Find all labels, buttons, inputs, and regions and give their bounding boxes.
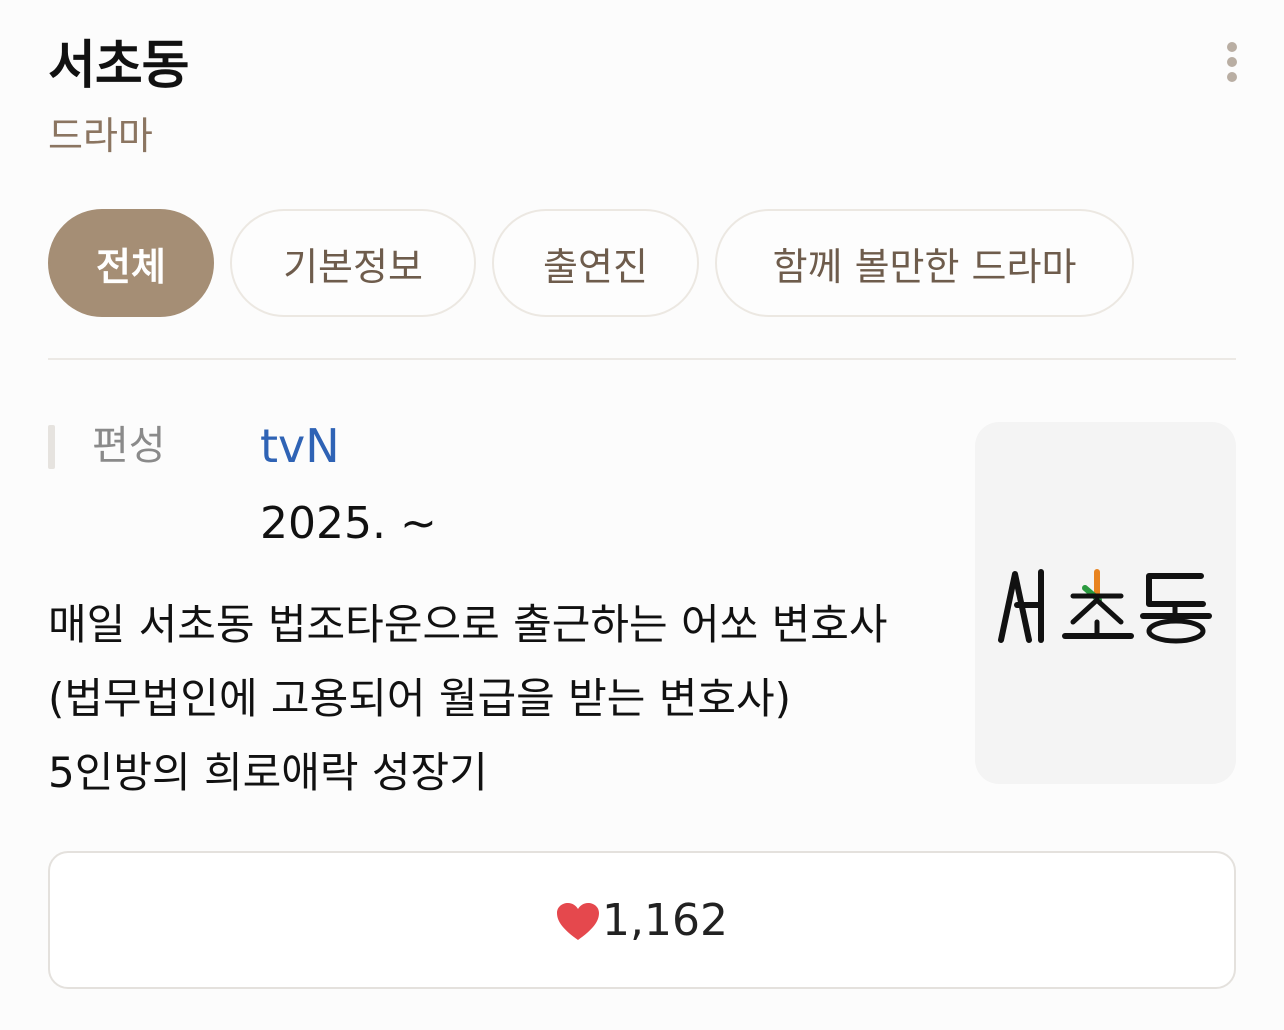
tab-bar: 전체 기본정보 출연진 함께 볼만한 드라마: [48, 209, 1134, 317]
poster-image[interactable]: [975, 422, 1236, 784]
drama-info-card: 서초동 드라마 전체 기본정보 출연진 함께 볼만한 드라마 편성 tvN 20…: [0, 0, 1284, 1030]
vertical-ellipsis-icon: [1227, 57, 1237, 67]
like-button[interactable]: 1,162: [48, 851, 1236, 989]
info-label-marker: [48, 425, 55, 469]
broadcaster-link[interactable]: tvN: [260, 416, 340, 476]
air-date: 2025. ~: [260, 498, 437, 549]
vertical-ellipsis-icon: [1227, 72, 1237, 82]
broadcast-label: 편성: [92, 423, 166, 469]
synopsis-text: 매일 서초동 법조타운으로 출근하는 어쏘 변호사(법무법인에 고용되어 월급을…: [48, 600, 888, 797]
page-subtitle: 드라마: [48, 114, 153, 158]
tab-related-dramas[interactable]: 함께 볼만한 드라마: [715, 209, 1134, 317]
tab-cast[interactable]: 출연진: [492, 209, 699, 317]
page-title: 서초동: [48, 36, 190, 96]
poster-logo: [998, 569, 1212, 644]
more-options-button[interactable]: [1212, 38, 1252, 86]
heart-icon: [557, 903, 600, 940]
divider: [48, 358, 1236, 360]
like-count: 1,162: [602, 894, 728, 946]
tab-all[interactable]: 전체: [48, 209, 214, 317]
vertical-ellipsis-icon: [1227, 42, 1237, 52]
tab-basic-info[interactable]: 기본정보: [230, 209, 476, 317]
